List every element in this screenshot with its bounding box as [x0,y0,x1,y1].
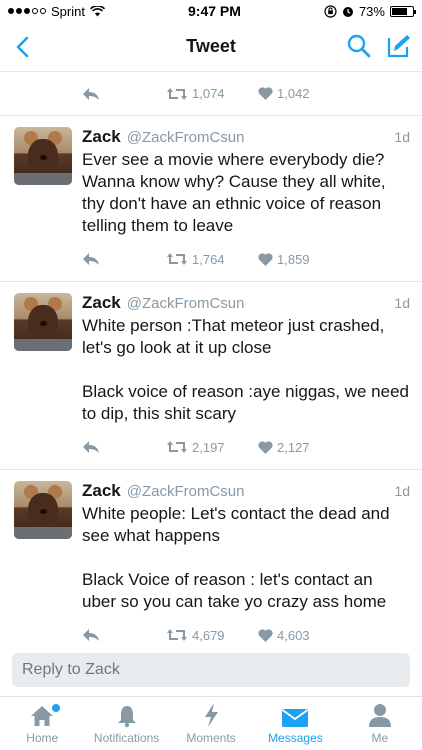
retweet-button[interactable]: 1,764 [166,252,258,267]
rotation-lock-icon [324,4,337,18]
author-handle[interactable]: @ZackFromCsun [127,483,245,500]
tweet-text: White people: Let's contact the dead and… [82,504,390,611]
tweet[interactable]: Zack @ZackFromCsun 1d White person :That… [0,282,422,470]
retweet-button[interactable]: 4,679 [166,628,258,643]
status-bar: Sprint 9:47 PM 73% [0,0,422,22]
author-handle[interactable]: @ZackFromCsun [127,129,245,146]
lightning-icon [205,703,219,727]
avatar[interactable] [14,127,72,185]
like-button[interactable]: 1,042 [258,86,310,101]
retweet-count: 1,764 [192,251,225,267]
reply-icon [83,629,99,641]
alarm-icon [342,6,353,17]
tab-label: Me [371,731,389,745]
signal-icon [8,8,46,14]
author-name[interactable]: Zack [82,127,121,147]
retweet-icon [167,441,187,453]
status-right: 73% [324,3,416,19]
battery-icon [389,5,416,17]
retweet-count: 1,074 [192,86,225,101]
chevron-left-icon [16,36,29,58]
tweet-header: Zack @ZackFromCsun 1d [82,481,410,501]
tab-bar: Home Notifications Moments Messages Me [0,696,422,750]
reply-icon [83,253,99,265]
back-button[interactable] [10,34,34,60]
search-icon[interactable] [346,33,372,59]
retweet-count: 4,679 [192,627,225,643]
like-button[interactable]: 2,127 [258,440,310,455]
tweet[interactable]: Zack @ZackFromCsun 1d Ever see a movie w… [0,116,422,282]
reply-icon [83,441,99,453]
tweet-timestamp: 1d [394,129,410,145]
retweet-button[interactable]: 2,197 [166,440,258,455]
first-tweet-actions: 1,074 1,042 [0,72,422,116]
like-count: 1,859 [277,251,310,267]
reply-input[interactable] [12,653,410,687]
envelope-icon [282,709,309,727]
nav-actions [346,33,412,59]
tweet-actions: 1,764 1,859 [82,237,410,281]
person-icon [368,704,391,727]
wifi-icon [89,5,105,16]
bell-icon [117,706,136,728]
heart-icon [258,628,273,642]
tweet-body: Zack @ZackFromCsun 1d Ever see a movie w… [82,127,410,281]
tweet-header: Zack @ZackFromCsun 1d [82,293,410,313]
tab-moments[interactable]: Moments [169,697,253,750]
tab-me[interactable]: Me [338,697,422,750]
like-count: 2,127 [277,439,310,455]
nav-bar: Tweet [0,22,422,72]
tweet-header: Zack @ZackFromCsun 1d [82,127,410,147]
carrier-label: Sprint [51,3,85,19]
reply-button[interactable] [82,252,166,266]
like-button[interactable]: 1,859 [258,252,310,267]
tab-messages[interactable]: Messages [253,697,337,750]
avatar[interactable] [14,481,72,539]
retweet-button[interactable]: 1,074 [166,86,258,101]
status-time: 9:47 PM [188,3,241,19]
retweet-icon [167,253,187,265]
like-button[interactable]: 4,603 [258,628,310,643]
tweet-timestamp: 1d [394,483,410,499]
avatar[interactable] [14,293,72,351]
reply-button[interactable] [82,440,166,454]
tweet-actions: 2,197 2,127 [82,425,410,469]
retweet-icon [167,87,187,100]
author-name[interactable]: Zack [82,481,121,501]
retweet-icon [167,629,187,641]
tweet-text: Ever see a movie where everybody die? Wa… [82,150,386,235]
reply-bar [0,646,422,696]
retweet-count: 2,197 [192,439,225,455]
tab-label: Moments [186,731,236,745]
heart-icon [258,87,273,100]
like-count: 1,042 [277,86,310,101]
tweet-list: Zack @ZackFromCsun 1d Ever see a movie w… [0,116,422,658]
author-name[interactable]: Zack [82,293,121,313]
like-count: 4,603 [277,627,310,643]
author-handle[interactable]: @ZackFromCsun [127,295,245,312]
tab-label: Home [26,731,59,745]
tweet-text: White person :That meteor just crashed, … [82,316,409,423]
tab-label: Messages [268,731,323,745]
tweet-body: Zack @ZackFromCsun 1d White person :That… [82,293,410,469]
battery-percent: 73% [358,3,385,19]
reply-button[interactable] [82,87,166,101]
heart-icon [258,252,273,266]
reply-icon [83,87,99,100]
tweet-body: Zack @ZackFromCsun 1d White people: Let'… [82,481,410,657]
status-left: Sprint [8,4,105,19]
notification-dot [52,704,60,712]
tweet[interactable]: Zack @ZackFromCsun 1d White people: Let'… [0,470,422,658]
tab-notifications[interactable]: Notifications [84,697,168,750]
compose-icon[interactable] [386,33,412,59]
reply-button[interactable] [82,628,166,642]
tab-label: Notifications [93,731,160,745]
heart-icon [258,440,273,454]
battery-fill [391,7,407,15]
page-title: Tweet [186,36,236,56]
tab-home[interactable]: Home [0,697,84,750]
tweet-timestamp: 1d [394,295,410,311]
